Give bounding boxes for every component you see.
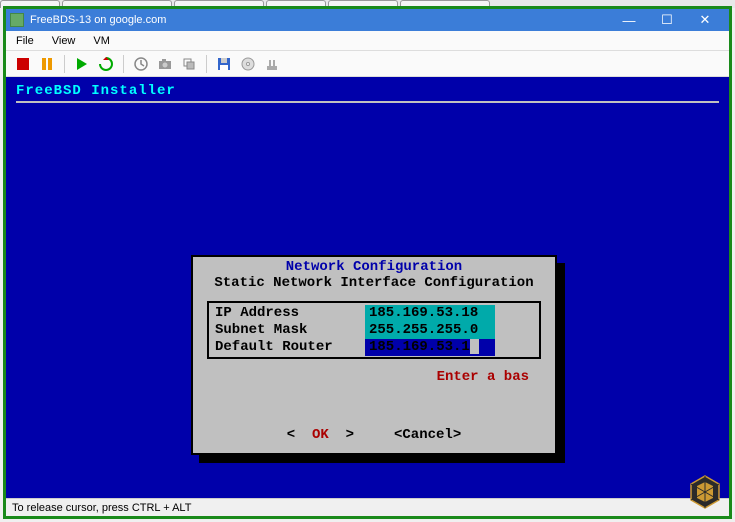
maximize-button[interactable]: ☐ bbox=[655, 12, 679, 28]
console-area[interactable]: FreeBSD Installer Network Configuration … bbox=[6, 77, 729, 498]
installer-title: FreeBSD Installer bbox=[16, 83, 719, 99]
default-router-value: 185.169.53.1 bbox=[369, 339, 470, 355]
menu-view[interactable]: View bbox=[48, 33, 80, 49]
vm-window: FreeBDS-13 on google.com — ☐ ✕ File View… bbox=[3, 6, 732, 519]
statusbar: To release cursor, press CTRL + ALT bbox=[6, 498, 729, 516]
pause-icon[interactable] bbox=[36, 53, 58, 75]
vsphere-icon bbox=[10, 13, 24, 27]
hint-text: Enter a bas bbox=[437, 369, 529, 385]
default-router-label: Default Router bbox=[215, 339, 365, 356]
cd-icon[interactable] bbox=[237, 53, 259, 75]
network-config-dialog: Network Configuration Static Network Int… bbox=[191, 255, 557, 455]
restart-icon[interactable] bbox=[95, 53, 117, 75]
toolbar bbox=[6, 51, 729, 77]
snapshot-clock-icon[interactable] bbox=[130, 53, 152, 75]
window-title: FreeBDS-13 on google.com bbox=[30, 14, 617, 26]
minimize-button[interactable]: — bbox=[617, 12, 641, 28]
ip-address-label: IP Address bbox=[215, 305, 365, 322]
menubar: File View VM bbox=[6, 31, 729, 51]
subnet-mask-label: Subnet Mask bbox=[215, 322, 365, 339]
menu-file[interactable]: File bbox=[12, 33, 38, 49]
subnet-mask-input[interactable]: 255.255.255.0 bbox=[365, 322, 495, 339]
statusbar-text: To release cursor, press CTRL + ALT bbox=[12, 502, 191, 514]
ok-button[interactable]: < OK > bbox=[287, 427, 354, 443]
menu-vm[interactable]: VM bbox=[89, 33, 114, 49]
stop-icon[interactable] bbox=[12, 53, 34, 75]
close-button[interactable]: ✕ bbox=[693, 12, 717, 28]
fields-box: IP Address 185.169.53.18 Subnet Mask 255… bbox=[207, 301, 541, 359]
dialog-subtitle: Static Network Interface Configuration bbox=[193, 275, 555, 291]
cancel-button[interactable]: <Cancel> bbox=[394, 427, 461, 443]
snapshot-manage-icon[interactable] bbox=[178, 53, 200, 75]
snapshot-camera-icon[interactable] bbox=[154, 53, 176, 75]
ip-address-input[interactable]: 185.169.53.18 bbox=[365, 305, 495, 322]
play-icon[interactable] bbox=[71, 53, 93, 75]
dialog-title: Network Configuration bbox=[193, 257, 555, 275]
floppy-icon[interactable] bbox=[213, 53, 235, 75]
titlebar: FreeBDS-13 on google.com — ☐ ✕ bbox=[6, 9, 729, 31]
dialog-buttons: < OK > <Cancel> bbox=[193, 427, 555, 443]
network-icon[interactable] bbox=[261, 53, 283, 75]
text-cursor bbox=[470, 339, 479, 354]
default-router-input[interactable]: 185.169.53.1 bbox=[365, 339, 495, 356]
corner-logo-icon bbox=[687, 474, 723, 510]
installer-divider bbox=[16, 101, 719, 103]
